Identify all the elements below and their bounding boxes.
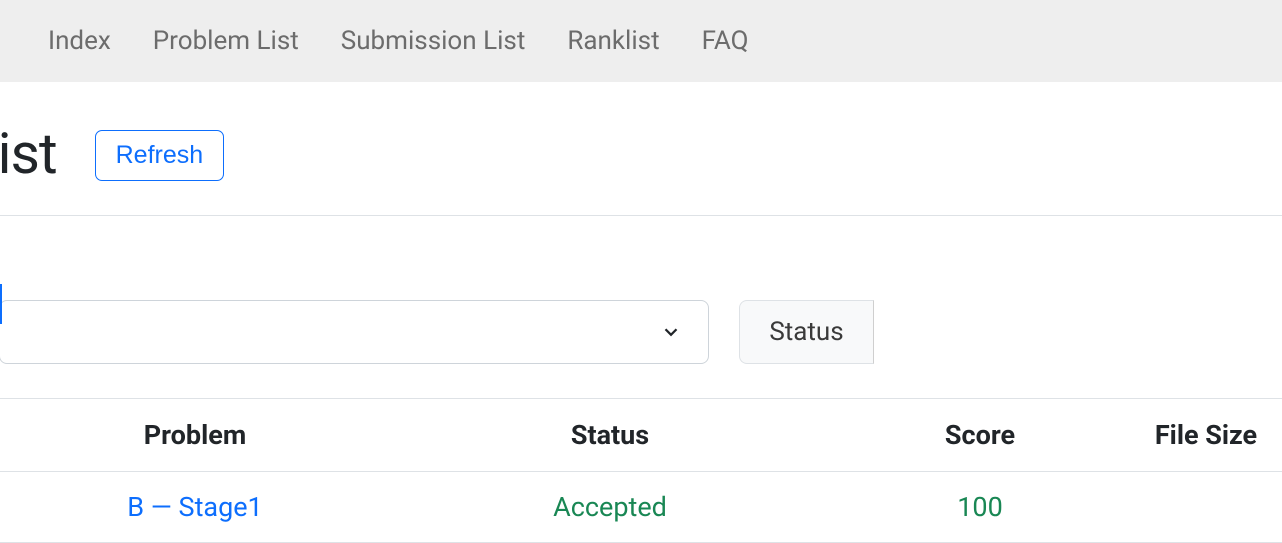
nav-problem-list[interactable]: Problem List (153, 26, 299, 56)
table-row: B — Stage1 Accepted 100 (0, 472, 1282, 543)
cell-status[interactable]: Accepted (390, 491, 830, 523)
page-header: ion List Refresh (0, 82, 1282, 187)
status-filter-label: Status (769, 317, 843, 347)
submissions-table: Problem Status Score File Size B — Stage… (0, 398, 1282, 543)
table-header: Problem Status Score File Size (0, 399, 1282, 472)
nav-index[interactable]: Index (48, 26, 111, 56)
problem-select[interactable] (0, 300, 709, 364)
chevron-down-icon (660, 321, 682, 343)
th-filesize: File Size (1130, 419, 1282, 451)
nav-submission-list[interactable]: Submission List (341, 26, 526, 56)
cell-filesize (1130, 491, 1282, 523)
refresh-button[interactable]: Refresh (95, 130, 225, 181)
cell-problem[interactable]: B — Stage1 (0, 491, 390, 523)
th-problem: Problem (0, 419, 390, 451)
nav-ranklist[interactable]: Ranklist (567, 26, 659, 56)
cell-score: 100 (830, 491, 1130, 523)
th-status: Status (390, 419, 830, 451)
th-score: Score (830, 419, 1130, 451)
filters-row: Status (0, 215, 1282, 364)
page-title: ion List (0, 120, 57, 187)
selection-edge (0, 284, 2, 324)
status-filter-button[interactable]: Status (739, 300, 874, 364)
navbar: Index Problem List Submission List Rankl… (0, 0, 1282, 82)
nav-faq[interactable]: FAQ (702, 26, 749, 56)
